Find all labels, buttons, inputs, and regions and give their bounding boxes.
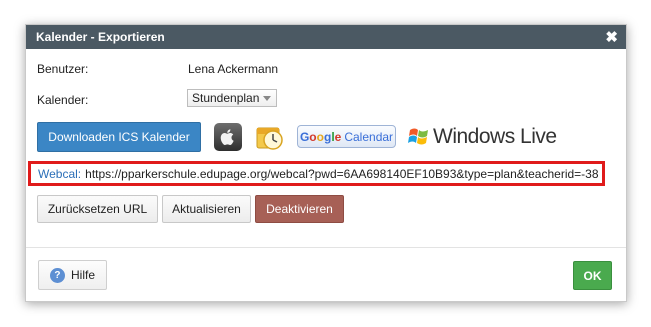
outlook-icon[interactable] [254, 122, 286, 152]
help-label: Hilfe [70, 268, 95, 282]
windows-live-label: Windows Live [433, 125, 557, 148]
user-label: Benutzer: [37, 62, 89, 76]
google-calendar-label: Calendar [344, 129, 394, 144]
reset-url-button[interactable]: Zurücksetzen URL [37, 195, 158, 223]
chevron-down-icon [263, 96, 271, 101]
user-value: Lena Ackermann [188, 62, 279, 76]
close-icon[interactable]: ✖ [605, 30, 618, 45]
windows-live-button[interactable]: Windows Live [408, 124, 557, 150]
help-button[interactable]: ? Hilfe [38, 260, 107, 290]
help-icon: ? [49, 267, 65, 283]
ok-button[interactable]: OK [573, 261, 612, 290]
webcal-url[interactable]: https://pparkerschule.edupage.org/webcal… [85, 167, 598, 181]
dialog-titlebar: Kalender - Exportieren ✖ [26, 25, 626, 49]
export-calendar-dialog: Kalender - Exportieren ✖ Benutzer: Lena … [25, 24, 627, 302]
windows-flag-icon [408, 128, 428, 145]
apple-icon[interactable] [214, 123, 242, 151]
calendar-select-value: Stundenplan [192, 91, 260, 105]
update-button[interactable]: Aktualisieren [162, 195, 251, 223]
footer-divider [26, 247, 626, 248]
deactivate-button[interactable]: Deaktivieren [255, 195, 344, 223]
google-calendar-button[interactable]: Go o g l e Calendar [297, 125, 396, 148]
webcal-link[interactable]: Webcal: [38, 167, 81, 181]
dialog-title: Kalender - Exportieren [36, 30, 165, 44]
calendar-label: Kalender: [37, 93, 89, 107]
webcal-url-box: Webcal: https://pparkerschule.edupage.or… [28, 161, 605, 186]
calendar-select[interactable]: Stundenplan [187, 89, 277, 107]
download-ics-button[interactable]: Downloaden ICS Kalender [37, 122, 201, 152]
